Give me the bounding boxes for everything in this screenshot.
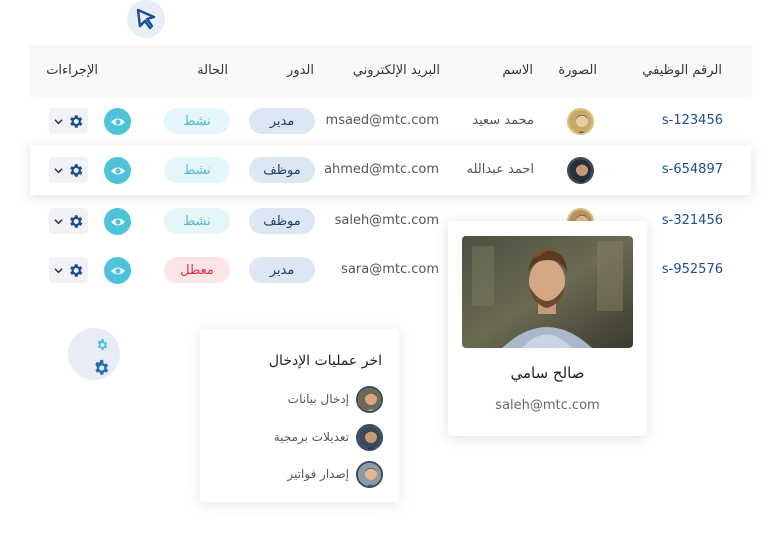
employee-name: محمد سعيد (472, 113, 534, 128)
eye-icon (110, 118, 125, 125)
employee-email: msaed@mtc.com (325, 113, 439, 128)
entry-label: تعديلات برمجية (273, 430, 349, 444)
emp-id: s-952576 (661, 262, 723, 277)
recent-entries-title: اخر عمليات الإدخال (268, 353, 382, 369)
gears-icon (95, 339, 109, 375)
gear-icon (69, 263, 82, 277)
role-badge: موظف (249, 208, 315, 234)
header-photo: الصورة (558, 63, 597, 78)
gear-icon (69, 114, 82, 128)
eye-icon (110, 167, 125, 174)
view-button[interactable] (104, 257, 131, 284)
chevron-down-icon (53, 218, 63, 224)
employee-email: sara@mtc.com (341, 262, 439, 277)
status-badge: نشط (164, 208, 230, 234)
header-actions: الإجراءات (46, 63, 98, 78)
header-email: البريد الإلكتروني (352, 63, 440, 78)
view-button[interactable] (104, 208, 131, 235)
role-badge: موظف (249, 157, 315, 183)
emp-id: s-123456 (661, 113, 723, 128)
avatar (356, 386, 383, 413)
cursor-badge (127, 0, 165, 38)
settings-dropdown-button[interactable] (49, 108, 88, 134)
chevron-down-icon (53, 167, 63, 173)
status-badge: نشط (164, 157, 230, 183)
avatar (356, 424, 383, 451)
employee-email: ahmed@mtc.com (324, 162, 439, 177)
status-badge: معطل (164, 257, 230, 283)
profile-name: صالح سامي (510, 364, 585, 382)
list-item: إصدار فواتير (213, 461, 383, 489)
profile-card: صالح سامي saleh@mtc.com (448, 221, 647, 436)
cursor-arrow-icon (136, 8, 156, 30)
employee-name: احمد عبدالله (466, 162, 534, 177)
status-badge: نشط (164, 108, 230, 134)
list-item: إدخال بيانات (213, 386, 383, 414)
table-row[interactable]: s-123456 محمد سعيد msaed@mtc.com مدير نش… (30, 96, 751, 146)
view-button[interactable] (104, 157, 131, 184)
header-status: الحالة (197, 63, 228, 78)
chevron-down-icon (53, 267, 63, 273)
recent-entries-card: اخر عمليات الإدخال إدخال بيانات تعديلات … (200, 329, 399, 502)
emp-id: s-321456 (661, 213, 723, 228)
emp-id: s-654897 (661, 162, 723, 177)
avatar (356, 461, 383, 488)
employee-email: saleh@mtc.com (334, 213, 439, 228)
table-header: الرقم الوظيفي الصورة الاسم البريد الإلكت… (30, 45, 751, 95)
settings-dropdown-button[interactable] (49, 208, 88, 234)
table-row[interactable]: s-654897 احمد عبدالله ahmed@mtc.com موظف… (30, 145, 751, 195)
header-name: الاسم (502, 63, 533, 78)
avatar (567, 108, 594, 135)
gears-badge (68, 328, 120, 380)
profile-photo (462, 236, 633, 348)
view-button[interactable] (104, 108, 131, 135)
eye-icon (110, 267, 125, 274)
role-badge: مدير (249, 257, 315, 283)
gear-icon (69, 214, 82, 228)
settings-dropdown-button[interactable] (49, 157, 88, 183)
entry-label: إدخال بيانات (287, 392, 349, 406)
header-emp-id: الرقم الوظيفي (642, 63, 722, 78)
settings-dropdown-button[interactable] (49, 257, 88, 283)
profile-email: saleh@mtc.com (495, 398, 600, 413)
header-role: الدور (287, 63, 314, 78)
gear-icon (69, 163, 82, 177)
chevron-down-icon (53, 118, 63, 124)
entry-label: إصدار فواتير (287, 467, 349, 481)
eye-icon (110, 218, 125, 225)
role-badge: مدير (249, 108, 315, 134)
list-item: تعديلات برمجية (213, 424, 383, 452)
avatar (567, 157, 594, 184)
